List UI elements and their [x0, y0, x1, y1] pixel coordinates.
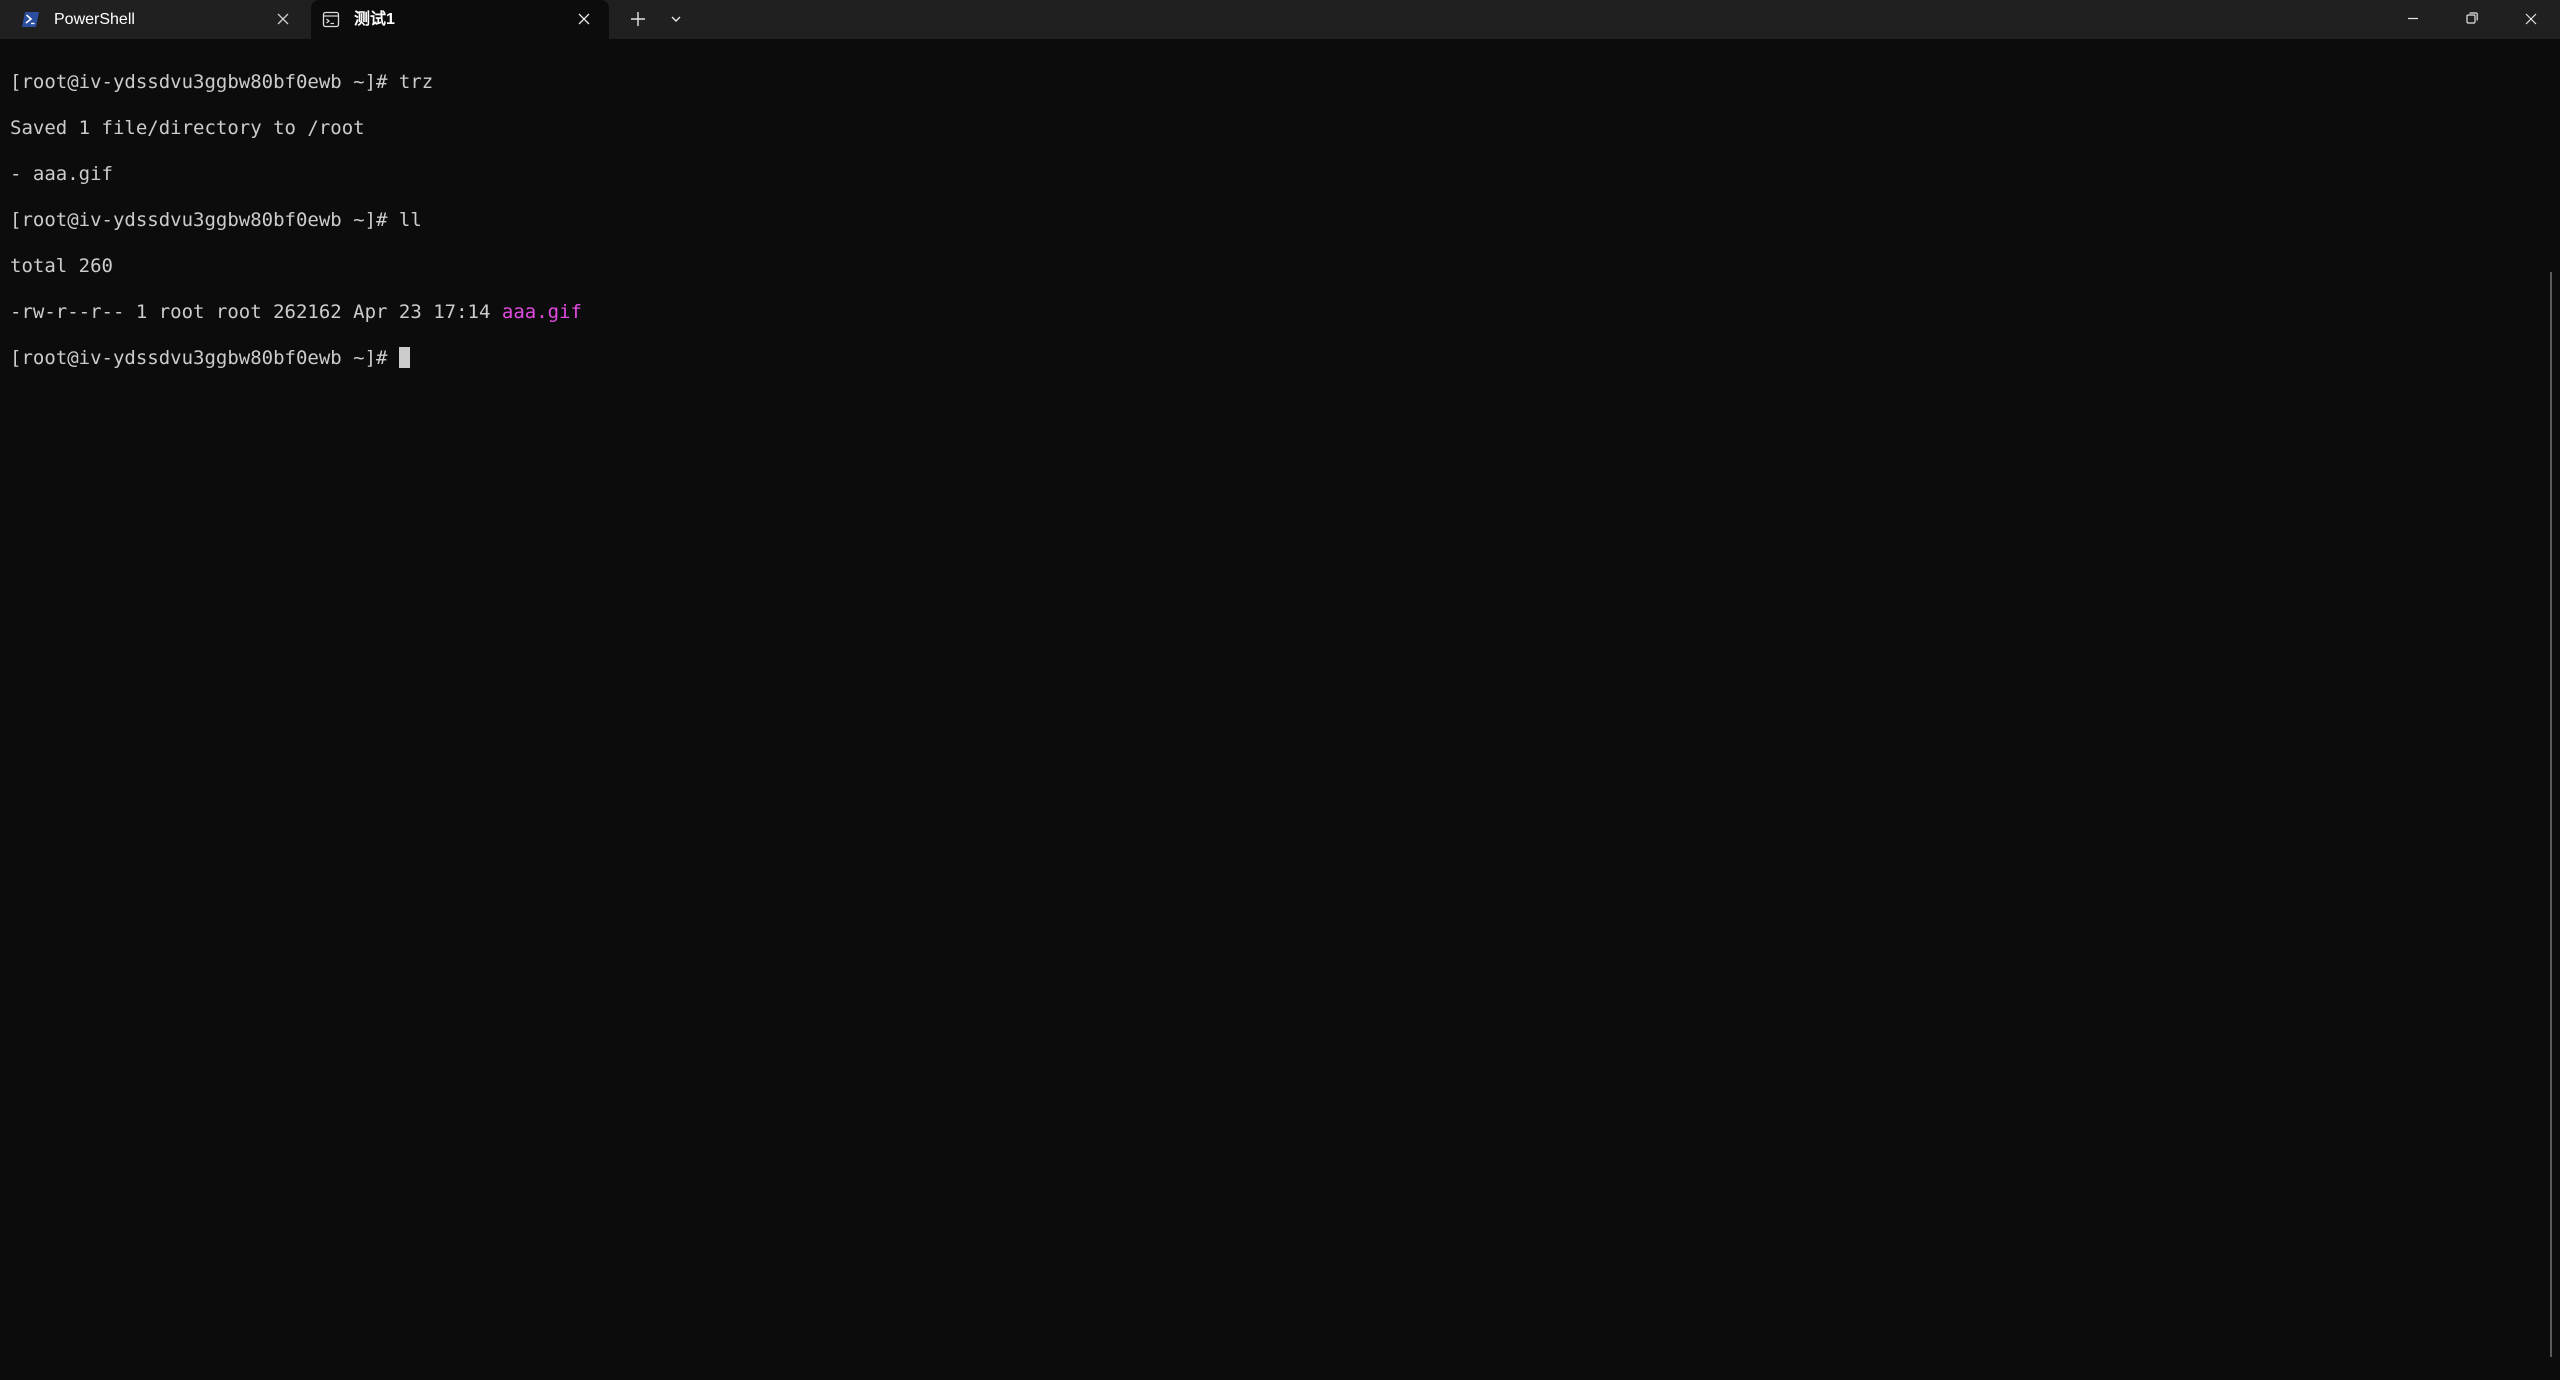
tab-dropdown-button[interactable] [662, 6, 690, 32]
title-bar: PowerShell 测试1 [0, 0, 2560, 39]
tab-label: PowerShell [54, 11, 135, 28]
scrollbar[interactable] [2550, 272, 2552, 1357]
terminal-line: - aaa.gif [10, 163, 113, 185]
tab-label: 测试1 [354, 11, 395, 28]
powershell-icon [22, 11, 40, 28]
close-icon[interactable] [273, 9, 293, 29]
shell-prompt: [root@iv-ydssdvu3ggbw80bf0ewb ~]# [10, 347, 399, 369]
tab-test1[interactable]: 测试1 [311, 0, 609, 39]
terminal-output[interactable]: [root@iv-ydssdvu3ggbw80bf0ewb ~]# trz Sa… [0, 39, 2560, 1380]
new-tab-button[interactable] [624, 6, 652, 32]
close-icon[interactable] [574, 9, 594, 29]
close-window-button[interactable] [2502, 0, 2560, 39]
terminal-line: [root@iv-ydssdvu3ggbw80bf0ewb ~]# trz [10, 71, 434, 93]
text-cursor [398, 347, 410, 368]
file-listing-line: -rw-r--r-- 1 root root 262162 Apr 23 17:… [10, 301, 2560, 324]
file-listing-attributes: -rw-r--r-- 1 root root 262162 Apr 23 17:… [10, 301, 502, 323]
terminal-tab-icon [322, 11, 340, 28]
file-name: aaa.gif [501, 301, 582, 323]
terminal-line: Saved 1 file/directory to /root [10, 117, 365, 139]
terminal-line: [root@iv-ydssdvu3ggbw80bf0ewb ~]# ll [10, 209, 422, 231]
plus-icon [624, 12, 652, 36]
prompt-line[interactable]: [root@iv-ydssdvu3ggbw80bf0ewb ~]# [10, 347, 2560, 370]
minimize-button[interactable] [2384, 0, 2442, 39]
chevron-down-icon [662, 16, 690, 36]
restore-button[interactable] [2443, 0, 2501, 39]
tab-powershell[interactable]: PowerShell [0, 0, 308, 39]
terminal-line: total 260 [10, 255, 113, 277]
